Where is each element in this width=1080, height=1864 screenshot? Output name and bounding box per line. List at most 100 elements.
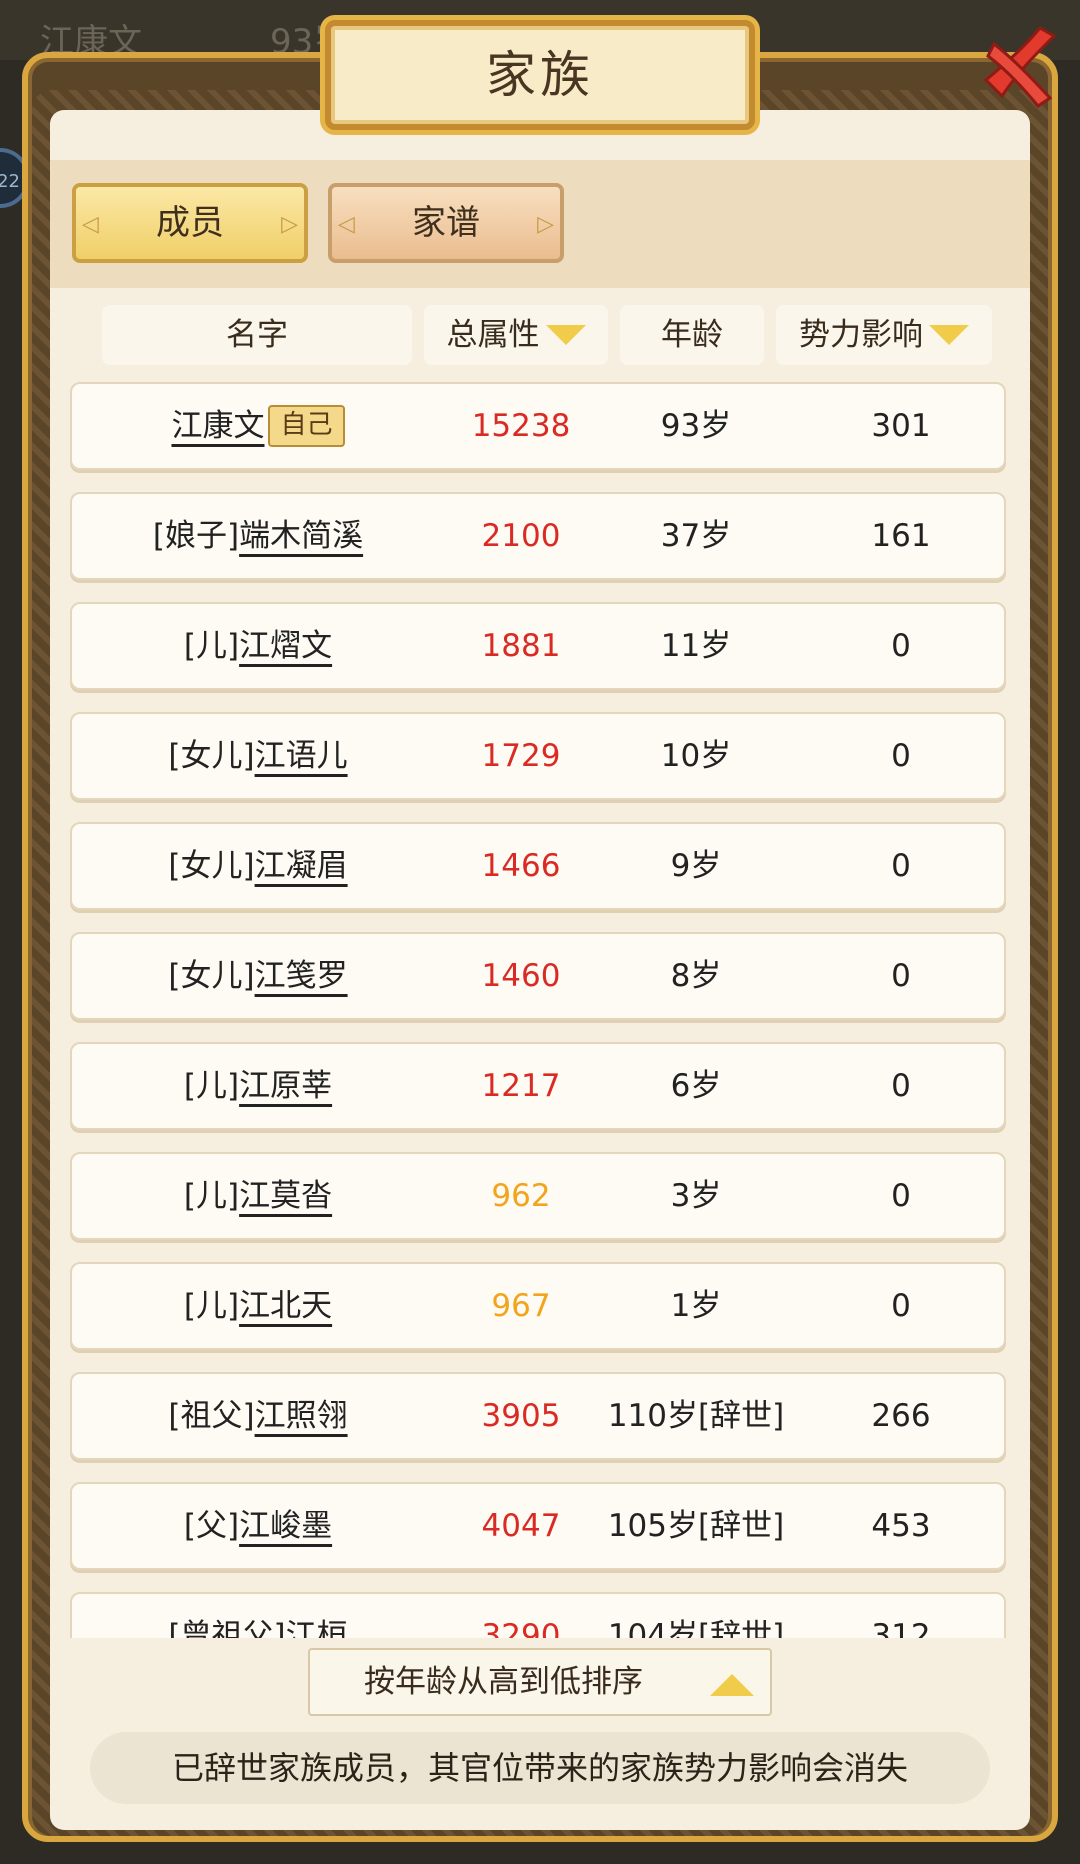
member-relation: [娘子] <box>152 518 240 554</box>
column-header-attr-label: 总属性 <box>446 317 540 353</box>
member-attr-value: 1217 <box>481 1068 561 1104</box>
member-influence-value: 0 <box>891 1178 911 1214</box>
tab-left-arrow-icon: ◁ <box>82 212 99 237</box>
member-age-value: 104岁[辞世] <box>607 1618 785 1638</box>
member-row[interactable]: [娘子]端木简溪 2100 37岁 161 <box>70 492 1006 580</box>
member-list[interactable]: 江康文 自己 15238 93岁 301 [娘子]端木简溪 2100 37岁 161 [儿]江熠文… <box>50 375 1030 1638</box>
column-header-influence[interactable]: 势力影响 <box>776 305 992 365</box>
member-influence-value: 266 <box>871 1398 931 1434</box>
member-row[interactable]: [父]江峻墨 4047 105岁[辞世] 453 <box>70 1482 1006 1570</box>
member-name-link[interactable]: 江峻墨 <box>239 1508 332 1544</box>
tab-members[interactable]: ◁ 成员 ▷ <box>72 183 308 263</box>
close-button[interactable] <box>980 22 1060 112</box>
member-row[interactable]: [女儿]江语儿 1729 10岁 0 <box>70 712 1006 800</box>
member-attr-value: 1460 <box>481 958 561 994</box>
member-name-cell: 江康文 自己 <box>72 384 444 468</box>
member-attr-value: 3905 <box>481 1398 561 1434</box>
member-name-link[interactable]: 江康文 <box>171 408 264 444</box>
notice-text: 已辞世家族成员，其官位带来的家族势力影响会消失 <box>171 1749 908 1787</box>
member-relation: [父] <box>183 1508 240 1544</box>
member-name-cell: [曾祖父]江桓 <box>72 1594 444 1638</box>
member-age-value: 37岁 <box>660 518 732 554</box>
member-age-value: 93岁 <box>660 408 732 444</box>
member-influence-value: 0 <box>891 628 911 664</box>
member-relation: [女儿] <box>168 848 255 884</box>
member-name-link[interactable]: 江莫沓 <box>239 1178 332 1214</box>
member-attr-value: 15238 <box>471 408 571 444</box>
tab-right-arrow-icon: ▷ <box>537 212 554 237</box>
member-age-value: 11岁 <box>660 628 732 664</box>
member-influence-value: 453 <box>871 1508 931 1544</box>
member-name-link[interactable]: 江原莘 <box>239 1068 332 1104</box>
member-attr-value: 2100 <box>481 518 561 554</box>
dialog-title: 家族 <box>486 46 594 104</box>
member-name-link[interactable]: 江熠文 <box>239 628 332 664</box>
sort-by-age-button[interactable]: 按年龄从高到低排序 <box>308 1648 772 1716</box>
member-row[interactable]: [儿]江原莘 1217 6岁 0 <box>70 1042 1006 1130</box>
member-attr-value: 1466 <box>481 848 561 884</box>
member-relation: [儿] <box>183 1178 240 1214</box>
member-name-link[interactable]: 江北天 <box>239 1288 332 1324</box>
member-name-cell: [儿]江熠文 <box>72 604 444 688</box>
member-row[interactable]: [曾祖父]江桓 3290 104岁[辞世] 312 <box>70 1592 1006 1638</box>
column-header-name-label: 名字 <box>226 317 288 353</box>
member-age-value: 105岁[辞世] <box>607 1508 785 1544</box>
member-influence-value: 301 <box>871 408 931 444</box>
member-influence-value: 0 <box>891 848 911 884</box>
column-header-age-label: 年龄 <box>661 317 723 353</box>
member-age-value: 9岁 <box>670 848 722 884</box>
title-plate: 家族 <box>325 20 755 130</box>
member-name-cell: [儿]江莫沓 <box>72 1154 444 1238</box>
member-relation: [曾祖父] <box>168 1618 286 1638</box>
column-header-attr[interactable]: 总属性 <box>424 305 608 365</box>
member-age-value: 3岁 <box>670 1178 722 1214</box>
member-name-link[interactable]: 江笺罗 <box>255 958 348 994</box>
member-name-link[interactable]: 端木简溪 <box>239 518 363 554</box>
sort-button-label: 按年龄从高到低排序 <box>364 1664 643 1700</box>
member-relation: [女儿] <box>168 958 255 994</box>
close-icon <box>983 26 1057 109</box>
member-influence-value: 0 <box>891 958 911 994</box>
sort-down-icon <box>929 324 969 345</box>
member-row[interactable]: [女儿]江笺罗 1460 8岁 0 <box>70 932 1006 1020</box>
notice-banner: 已辞世家族成员，其官位带来的家族势力影响会消失 <box>90 1732 990 1804</box>
tab-members-label: 成员 <box>156 203 224 243</box>
member-influence-value: 312 <box>871 1618 931 1638</box>
member-attr-value: 1881 <box>481 628 561 664</box>
member-relation: [儿] <box>183 1068 240 1104</box>
member-name-link[interactable]: 江照翎 <box>255 1398 348 1434</box>
member-age-value: 10岁 <box>660 738 732 774</box>
tab-family-tree-label: 家谱 <box>412 203 480 243</box>
member-age-value: 6岁 <box>670 1068 722 1104</box>
member-row[interactable]: [儿]江北天 967 1岁 0 <box>70 1262 1006 1350</box>
member-row[interactable]: [祖父]江照翎 3905 110岁[辞世] 266 <box>70 1372 1006 1460</box>
member-row[interactable]: 江康文 自己 15238 93岁 301 <box>70 382 1006 470</box>
column-header-age: 年龄 <box>620 305 764 365</box>
tab-left-arrow-icon: ◁ <box>338 212 355 237</box>
member-name-link[interactable]: 江凝眉 <box>255 848 348 884</box>
member-row[interactable]: [儿]江熠文 1881 11岁 0 <box>70 602 1006 690</box>
column-header-influence-label: 势力影响 <box>799 317 923 353</box>
member-influence-value: 0 <box>891 738 911 774</box>
member-influence-value: 161 <box>871 518 931 554</box>
tab-right-arrow-icon: ▷ <box>281 212 298 237</box>
member-relation: [儿] <box>183 1288 240 1324</box>
member-relation: [儿] <box>183 628 240 664</box>
member-name-link[interactable]: 江桓 <box>286 1618 348 1638</box>
sort-down-icon <box>545 324 586 345</box>
member-attr-value: 962 <box>491 1178 551 1214</box>
member-attr-value: 967 <box>491 1288 551 1324</box>
member-row[interactable]: [儿]江莫沓 962 3岁 0 <box>70 1152 1006 1240</box>
member-row[interactable]: [女儿]江凝眉 1466 9岁 0 <box>70 822 1006 910</box>
member-age-value: 110岁[辞世] <box>607 1398 785 1434</box>
member-age-value: 1岁 <box>670 1288 722 1324</box>
member-relation: [祖父] <box>168 1398 255 1434</box>
member-name-cell: [娘子]端木简溪 <box>72 494 444 578</box>
member-relation: [女儿] <box>168 738 255 774</box>
tab-family-tree[interactable]: ◁ 家谱 ▷ <box>328 183 564 263</box>
column-header-name: 名字 <box>102 305 412 365</box>
member-name-cell: [儿]江北天 <box>72 1264 444 1348</box>
member-attr-value: 3290 <box>481 1618 561 1638</box>
member-name-link[interactable]: 江语儿 <box>255 738 348 774</box>
member-age-value: 8岁 <box>670 958 722 994</box>
